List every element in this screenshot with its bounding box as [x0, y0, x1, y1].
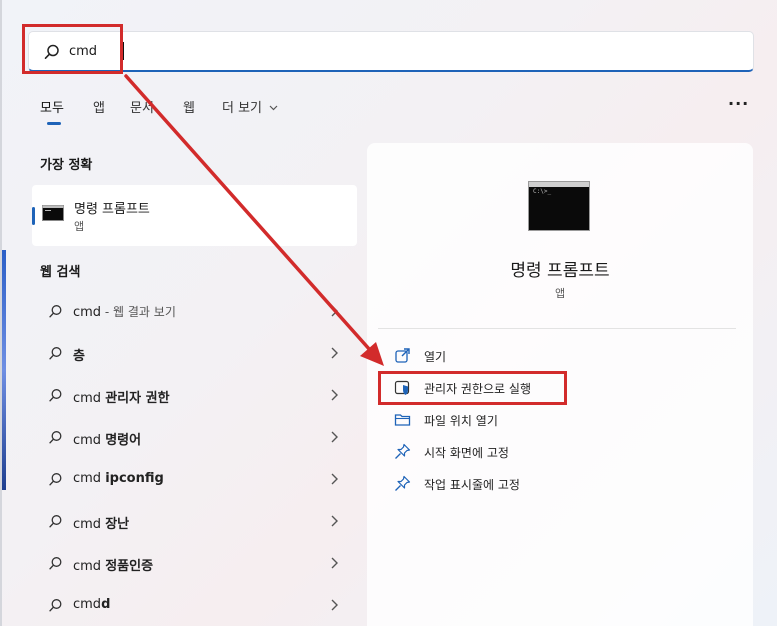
command-prompt-icon	[42, 205, 64, 221]
tab-all[interactable]: 모두	[40, 97, 64, 116]
search-box[interactable]	[28, 31, 754, 72]
best-match-title: 명령 프롬프트	[74, 202, 150, 217]
web-result-row[interactable]: cmd - 웹 결과 보기	[32, 291, 357, 331]
search-icon	[49, 347, 62, 360]
chevron-down-icon	[269, 105, 278, 111]
web-result-text: cmd 장난	[73, 517, 130, 532]
web-result-row[interactable]: cmd 명령어	[32, 417, 357, 457]
search-icon	[49, 599, 62, 612]
web-result-row[interactable]: 층	[32, 333, 357, 373]
search-input[interactable]	[69, 40, 719, 62]
search-highlight-box	[22, 24, 123, 74]
preview-title: 명령 프롬프트	[510, 261, 610, 281]
action-label: 시작 화면에 고정	[424, 446, 509, 460]
chevron-right-icon	[331, 347, 338, 359]
web-result-row[interactable]: cmd 정품인증	[32, 543, 357, 583]
divider	[378, 328, 736, 329]
web-result-text: cmd 관리자 권한	[73, 391, 170, 406]
search-icon	[49, 515, 62, 528]
chevron-right-icon	[331, 473, 338, 485]
web-result-text: cmd ipconfig	[73, 471, 164, 486]
desktop-edge	[2, 250, 6, 490]
chevron-right-icon	[331, 431, 338, 443]
text-caret	[123, 42, 124, 60]
pin-icon	[395, 475, 411, 491]
command-prompt-icon: C:\>_	[528, 181, 590, 231]
search-icon	[49, 389, 62, 402]
tab-more-label: 더 보기	[222, 101, 263, 116]
action-pin-to-taskbar[interactable]: 작업 표시줄에 고정	[394, 472, 594, 496]
web-result-row[interactable]: cmd ipconfig	[32, 459, 357, 499]
selection-accent	[32, 207, 35, 225]
best-match-item[interactable]: 명령 프롬프트 앱	[32, 185, 357, 246]
run-as-admin-highlight-box	[378, 371, 567, 405]
open-external-icon	[395, 348, 410, 363]
action-pin-to-start[interactable]: 시작 화면에 고정	[394, 440, 594, 464]
start-search-window: 모두 앱 문서 웹 더 보기 ··· 가장 정확 명령 프롬프트 앱 웹 검색 …	[0, 0, 777, 626]
best-match-subtitle: 앱	[74, 220, 85, 233]
preview-subtitle: 앱	[554, 287, 566, 300]
chevron-right-icon	[331, 599, 338, 611]
chevron-right-icon	[331, 515, 338, 527]
chevron-right-icon	[331, 389, 338, 401]
web-result-text: cmd - 웹 결과 보기	[73, 305, 176, 320]
web-result-text: cmd 명령어	[73, 433, 142, 448]
active-tab-indicator	[47, 122, 61, 125]
web-result-text: 층	[73, 349, 85, 364]
action-label: 작업 표시줄에 고정	[424, 478, 520, 492]
tab-apps[interactable]: 앱	[93, 97, 105, 116]
chevron-right-icon	[331, 557, 338, 569]
search-icon	[49, 473, 62, 486]
action-open-file-location[interactable]: 파일 위치 열기	[394, 408, 594, 432]
search-icon	[49, 557, 62, 570]
web-result-text: cmdd	[73, 597, 111, 612]
web-search-heading: 웹 검색	[40, 265, 81, 280]
tab-web[interactable]: 웹	[183, 97, 195, 116]
action-label: 열기	[424, 350, 447, 364]
web-result-row[interactable]: cmdd	[32, 585, 357, 625]
action-label: 파일 위치 열기	[424, 414, 498, 428]
best-match-heading: 가장 정확	[40, 158, 93, 173]
search-icon	[49, 305, 62, 318]
folder-icon	[394, 414, 411, 426]
chevron-right-icon	[331, 305, 338, 317]
pin-icon	[395, 443, 411, 459]
web-result-row[interactable]: cmd 장난	[32, 501, 357, 541]
action-open[interactable]: 열기	[394, 344, 594, 368]
web-result-text: cmd 정품인증	[73, 559, 154, 574]
more-options-button[interactable]: ···	[728, 94, 749, 113]
tab-more[interactable]: 더 보기	[222, 97, 278, 116]
tab-documents[interactable]: 문서	[130, 97, 154, 116]
search-icon	[49, 431, 62, 444]
web-result-row[interactable]: cmd 관리자 권한	[32, 375, 357, 415]
